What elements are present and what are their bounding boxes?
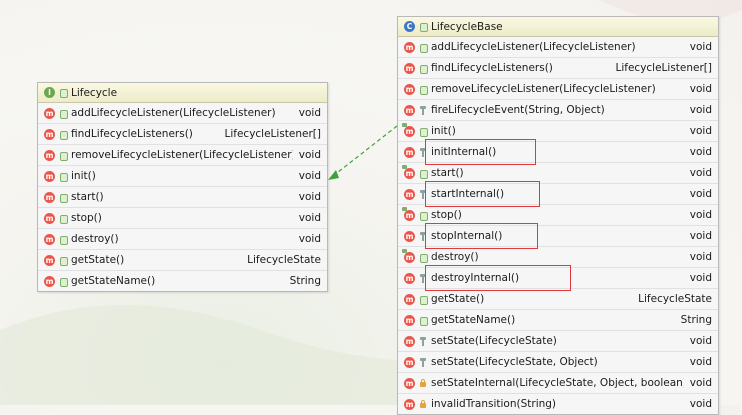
- implements-arrow-line: [332, 125, 398, 177]
- implements-arrow: [328, 125, 398, 180]
- implements-arrow-head: [328, 170, 339, 180]
